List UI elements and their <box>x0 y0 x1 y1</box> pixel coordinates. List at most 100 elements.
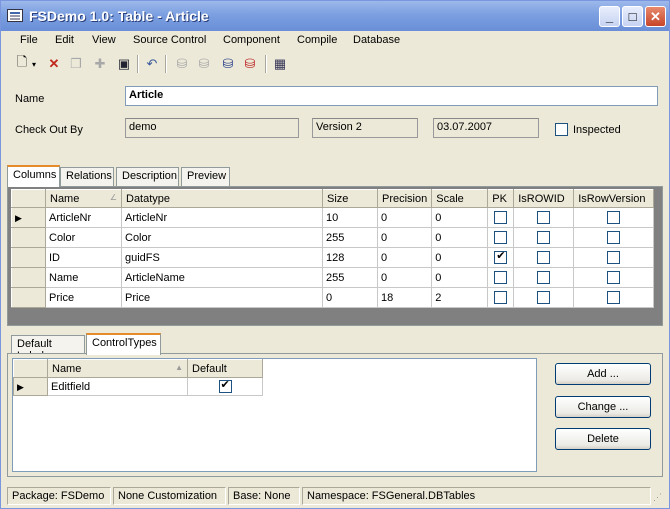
cell-isrowid[interactable] <box>513 287 575 308</box>
row-indicator[interactable]: ▶ <box>11 207 46 228</box>
column-header-name[interactable]: Name ∠ <box>45 189 122 208</box>
tab-controltypes[interactable]: ControlTypes <box>86 333 161 355</box>
cell-datatype[interactable]: guidFS <box>121 247 323 268</box>
isrowversion-checkbox[interactable] <box>607 271 621 284</box>
check-out-icon[interactable]: ⛁ <box>173 55 191 73</box>
cell-name[interactable]: Price <box>45 287 122 308</box>
default-checkbox[interactable] <box>218 378 232 393</box>
isrowversion-checkbox[interactable] <box>607 251 621 264</box>
copy-icon[interactable]: ❐ <box>67 55 85 73</box>
properties-icon[interactable]: ▦ <box>271 55 289 73</box>
cell-pk[interactable] <box>487 247 515 268</box>
cell-datatype[interactable]: ArticleName <box>121 267 323 288</box>
menu-component[interactable]: Component <box>223 34 280 46</box>
column-header-name[interactable]: Name ▲ <box>47 359 188 378</box>
row-indicator[interactable]: ▶ <box>13 377 48 396</box>
pk-checkbox[interactable] <box>494 231 508 244</box>
delete-icon[interactable]: ✕ <box>45 55 63 73</box>
cell-isrowversion[interactable] <box>573 207 655 228</box>
cell-precision[interactable]: 0 <box>376 267 433 288</box>
cell-precision[interactable]: 0 <box>376 207 433 228</box>
cell-isrowid[interactable] <box>513 227 575 248</box>
cell-size[interactable]: 0 <box>322 287 378 308</box>
table-row[interactable]: Price Price 0 18 2 <box>11 287 655 308</box>
undo-icon[interactable]: ↶ <box>143 55 161 73</box>
menu-file[interactable]: File <box>20 34 38 46</box>
change-button[interactable]: Change ... <box>555 396 651 418</box>
cell-datatype[interactable]: ArticleNr <box>121 207 323 228</box>
cell-name[interactable]: Color <box>45 227 122 248</box>
cell-isrowversion[interactable] <box>573 267 655 288</box>
maximize-button[interactable]: □ <box>622 6 643 27</box>
column-header-scale[interactable]: Scale <box>431 189 489 208</box>
tab-default-label[interactable]: Default Label <box>11 335 85 362</box>
cell-size[interactable]: 255 <box>322 227 378 248</box>
inspected-checkbox[interactable] <box>555 123 568 136</box>
cell-isrowversion[interactable] <box>573 287 655 308</box>
minimize-button[interactable]: _ <box>599 6 620 27</box>
isrowid-checkbox[interactable] <box>537 291 551 304</box>
cell-pk[interactable] <box>487 207 515 228</box>
column-header-precision[interactable]: Precision <box>376 189 433 208</box>
cell-pk[interactable] <box>487 267 515 288</box>
column-header-pk[interactable]: PK <box>487 189 515 208</box>
pk-checkbox[interactable] <box>494 249 508 264</box>
cell-datatype[interactable]: Color <box>121 227 323 248</box>
table-row[interactable]: ▶ Editfield <box>13 377 263 396</box>
check-in-icon[interactable]: ⛁ <box>195 55 213 73</box>
cell-pk[interactable] <box>487 287 515 308</box>
cell-default[interactable] <box>187 377 263 396</box>
cell-size[interactable]: 128 <box>322 247 378 268</box>
name-field[interactable]: Article <box>125 86 658 106</box>
cell-isrowversion[interactable] <box>573 227 655 248</box>
row-indicator[interactable] <box>11 287 46 308</box>
resize-grip-icon[interactable]: ⋰ <box>653 492 662 503</box>
delete-button[interactable]: Delete <box>555 428 651 450</box>
isrowid-checkbox[interactable] <box>537 231 551 244</box>
cell-name[interactable]: ID <box>45 247 122 268</box>
pk-checkbox[interactable] <box>494 291 508 304</box>
cell-size[interactable]: 255 <box>322 267 378 288</box>
cell-isrowid[interactable] <box>513 247 575 268</box>
column-header-datatype[interactable]: Datatype <box>121 189 323 208</box>
column-header-isrowversion[interactable]: IsRowVersion <box>573 189 655 208</box>
isrowid-checkbox[interactable] <box>537 271 551 284</box>
row-indicator[interactable] <box>11 267 46 288</box>
cell-size[interactable]: 10 <box>322 207 378 228</box>
isrowid-checkbox[interactable] <box>537 211 551 224</box>
row-indicator[interactable] <box>11 227 46 248</box>
dropdown-arrow-icon[interactable]: ▾ <box>29 55 39 73</box>
cell-precision[interactable]: 18 <box>376 287 433 308</box>
cell-isrowid[interactable] <box>513 267 575 288</box>
add-button[interactable]: Add ... <box>555 363 651 385</box>
menu-view[interactable]: View <box>92 34 116 46</box>
save-icon[interactable]: ▣ <box>115 55 133 73</box>
tab-description[interactable]: Description <box>116 167 179 187</box>
cell-pk[interactable] <box>487 227 515 248</box>
pk-checkbox[interactable] <box>494 211 508 224</box>
isrowversion-checkbox[interactable] <box>607 231 621 244</box>
close-button[interactable]: ✕ <box>645 6 666 27</box>
cell-precision[interactable]: 0 <box>376 227 433 248</box>
cell-isrowid[interactable] <box>513 207 575 228</box>
cell-scale[interactable]: 0 <box>431 247 489 268</box>
cell-scale[interactable]: 2 <box>431 287 489 308</box>
cell-name[interactable]: Editfield <box>47 377 188 396</box>
menu-edit[interactable]: Edit <box>55 34 74 46</box>
pk-checkbox[interactable] <box>494 271 508 284</box>
cell-scale[interactable]: 0 <box>431 227 489 248</box>
row-indicator[interactable] <box>11 247 46 268</box>
plugin-icon[interactable]: ✚ <box>91 55 109 73</box>
isrowversion-checkbox[interactable] <box>607 211 621 224</box>
cell-name[interactable]: Name <box>45 267 122 288</box>
menu-database[interactable]: Database <box>353 34 400 46</box>
tab-relations[interactable]: Relations <box>60 167 114 187</box>
cell-datatype[interactable]: Price <box>121 287 323 308</box>
menu-compile[interactable]: Compile <box>297 34 337 46</box>
table-row[interactable]: ID guidFS 128 0 0 <box>11 247 655 268</box>
table-row[interactable]: ▶ ArticleNr ArticleNr 10 0 0 <box>11 207 655 228</box>
cell-name[interactable]: ArticleNr <box>45 207 122 228</box>
table-row[interactable]: Color Color 255 0 0 <box>11 227 655 248</box>
column-header-isrowid[interactable]: IsROWID <box>513 189 575 208</box>
tab-columns[interactable]: Columns <box>7 165 60 187</box>
